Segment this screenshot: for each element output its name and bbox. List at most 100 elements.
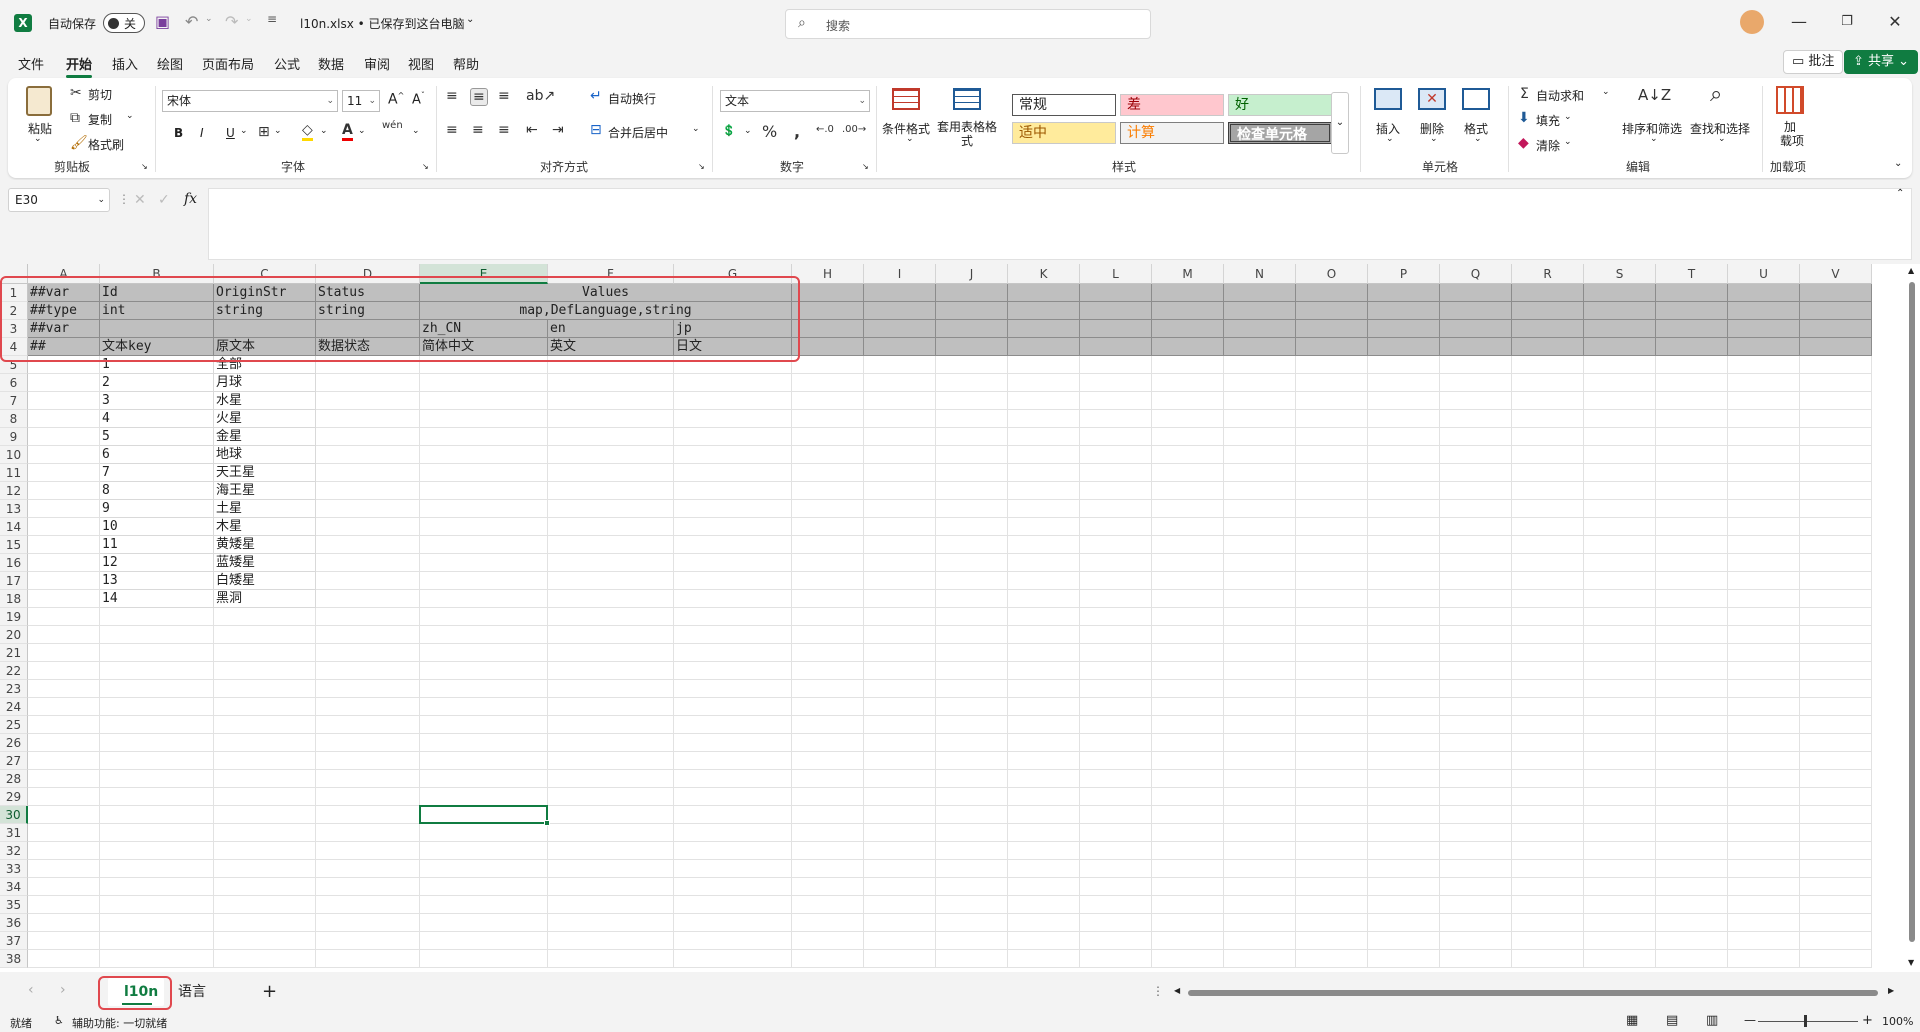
header-cell-empty[interactable] [1440,284,1512,302]
percent-icon[interactable]: % [762,122,777,141]
bold-button[interactable]: B [174,126,183,140]
header-cell-empty[interactable] [1296,302,1368,320]
origin-text-cell[interactable]: 白矮星 [214,572,316,590]
align-middle-icon[interactable]: ≡ [470,88,488,106]
row-header-3[interactable]: 3 [0,320,28,338]
sheet-tab-language[interactable]: 语言 [178,980,206,1004]
id-cell[interactable]: 7 [100,464,214,482]
header-cell-empty[interactable] [1512,338,1584,356]
row-header-5[interactable]: 5 [0,356,28,374]
header-cell-empty[interactable] [1008,302,1080,320]
header-cell-empty[interactable] [1656,338,1728,356]
underline-dropdown-icon[interactable]: ⌄ [240,126,248,136]
undo-icon[interactable]: ↶ [185,12,198,31]
origin-text-cell[interactable]: 黄矮星 [214,536,316,554]
origin-text-cell[interactable]: 黑洞 [214,590,316,608]
header-cell-empty[interactable] [936,302,1008,320]
sort-filter-icon[interactable]: A↓Z [1638,86,1671,104]
id-cell[interactable]: 4 [100,410,214,428]
origin-text-cell[interactable]: 海王星 [214,482,316,500]
row-header-38[interactable]: 38 [0,950,28,968]
tab-data[interactable]: 数据 [318,54,344,73]
header-cell-empty[interactable] [1296,284,1368,302]
vertical-scroll-thumb[interactable] [1909,282,1915,942]
id-cell[interactable]: 11 [100,536,214,554]
decrease-indent-icon[interactable]: ⇤ [526,122,538,138]
redo-dropdown-icon[interactable]: ⌄ [245,14,253,24]
tab-view[interactable]: 视图 [408,54,434,73]
origin-text-cell[interactable]: 水星 [214,392,316,410]
tab-home[interactable]: 开始 [66,54,93,78]
next-sheet-icon[interactable]: › [60,982,66,998]
phonetic-icon[interactable]: wén [382,120,403,131]
accounting-format-icon[interactable]: 💲 [722,124,736,137]
header-cell-empty[interactable] [1224,302,1296,320]
header-cell-empty[interactable] [1728,302,1800,320]
format-cells-icon[interactable] [1462,88,1490,110]
column-header-n[interactable]: N [1224,264,1296,284]
paste-dropdown-icon[interactable]: ⌄ [34,134,42,144]
header-cell-empty[interactable] [1800,338,1872,356]
formula-bar-collapse-icon[interactable]: ⌃ [1896,188,1904,199]
format-cells-dropdown-icon[interactable]: ⌄ [1474,134,1482,144]
column-header-c[interactable]: C [214,264,316,284]
column-header-a[interactable]: A [28,264,100,284]
alignment-launcher-icon[interactable]: ↘ [698,162,705,171]
share-button[interactable]: ⇪ 共享 ⌄ [1844,50,1919,74]
column-header-d[interactable]: D [316,264,420,284]
save-icon[interactable]: ▣ [155,12,170,31]
cancel-icon[interactable]: ✕ [134,192,146,208]
column-header-r[interactable]: R [1512,264,1584,284]
header-cell-empty[interactable] [792,338,864,356]
zoom-in-icon[interactable]: + [1862,1013,1873,1028]
column-header-p[interactable]: P [1368,264,1440,284]
header-cell-empty[interactable] [1440,302,1512,320]
row-header-18[interactable]: 18 [0,590,28,608]
number-launcher-icon[interactable]: ↘ [862,162,869,171]
header-cell-empty[interactable] [1512,284,1584,302]
merge-center-button[interactable]: 合并后居中 [608,124,668,141]
align-top-icon[interactable]: ≡ [446,88,458,104]
minimize-icon[interactable]: — [1784,10,1814,34]
header-cell-empty[interactable] [1368,284,1440,302]
row-header-23[interactable]: 23 [0,680,28,698]
format-as-table-icon[interactable] [953,88,981,110]
tab-formulas[interactable]: 公式 [274,54,300,73]
header-cell-empty[interactable] [792,302,864,320]
header-cell-empty[interactable] [1584,338,1656,356]
row-header-21[interactable]: 21 [0,644,28,662]
id-cell[interactable]: 1 [100,356,214,374]
decrease-font-icon[interactable]: Aˇ [412,91,425,107]
header-cell-empty[interactable] [1800,320,1872,338]
header-cell-empty[interactable] [1080,302,1152,320]
clipboard-launcher-icon[interactable]: ↘ [141,162,148,171]
clear-button[interactable]: 清除 [1536,137,1560,154]
row-header-24[interactable]: 24 [0,698,28,716]
column-header-i[interactable]: I [864,264,936,284]
style-calculation[interactable]: 计算 [1120,122,1224,144]
header-cell[interactable]: en [548,320,674,338]
column-header-m[interactable]: M [1152,264,1224,284]
header-cell-empty[interactable] [864,302,936,320]
column-header-g[interactable]: G [674,264,792,284]
conditional-format-icon[interactable] [892,88,920,110]
style-check-cell[interactable]: 检查单元格 [1228,122,1332,144]
origin-text-cell[interactable]: 金星 [214,428,316,446]
ribbon-collapse-icon[interactable]: ⌄ [1894,158,1902,169]
comments-button[interactable]: ▭ 批注 [1783,50,1844,74]
align-right-icon[interactable]: ≡ [498,122,510,138]
accessibility-status[interactable]: 辅助功能: 一切就绪 [72,1015,167,1031]
find-select-icon[interactable]: ⌕ [1710,82,1722,107]
origin-text-cell[interactable]: 土星 [214,500,316,518]
column-header-t[interactable]: T [1656,264,1728,284]
style-bad[interactable]: 差 [1120,94,1224,116]
copy-dropdown-icon[interactable]: ⌄ [126,111,134,121]
header-cell-empty[interactable] [1512,302,1584,320]
id-cell[interactable]: 8 [100,482,214,500]
header-cell[interactable]: string [214,302,316,320]
row-header-19[interactable]: 19 [0,608,28,626]
vertical-scrollbar[interactable]: ▲ ▼ [1904,264,1920,972]
id-cell[interactable]: 10 [100,518,214,536]
column-header-q[interactable]: Q [1440,264,1512,284]
header-cell-merged[interactable]: Values [420,284,792,302]
